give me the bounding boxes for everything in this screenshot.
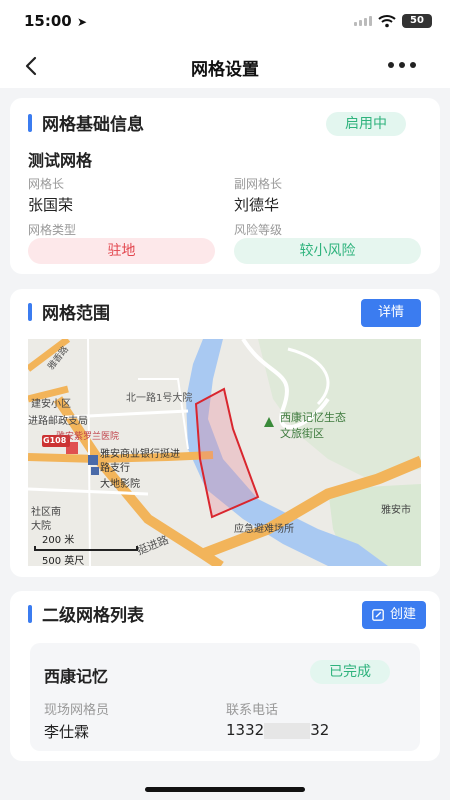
map-label-left4: 大院: [31, 521, 51, 532]
basic-info-card: 网格基础信息 启用中 测试网格 网格长 张国荣 副网格长 刘德华 网格类型 驻地…: [10, 98, 440, 274]
staff-value: 李仕霖: [44, 723, 90, 741]
sub-grid-name: 西康记忆: [44, 667, 109, 686]
deputy-value: 刘德华: [234, 196, 280, 214]
sub-grid-title: 二级网格列表: [42, 606, 144, 626]
section-accent-bar: [28, 302, 32, 321]
map-label-road-north: 北一路1号大院: [126, 393, 193, 404]
type-pill: 驻地: [28, 238, 215, 264]
section-accent-bar: [28, 604, 32, 623]
grid-name: 测试网格: [28, 151, 93, 170]
leader-label: 网格长: [28, 177, 65, 191]
nav-bar: 网格设置: [0, 44, 450, 88]
edit-icon: [372, 609, 384, 621]
map-scale-metric: 200 米: [42, 535, 75, 546]
page-title: 网格设置: [191, 60, 259, 80]
range-header: 网格范围: [28, 299, 110, 324]
create-button-label: 创建: [389, 607, 416, 622]
sub-grid-item[interactable]: 西康记忆 已完成 现场网格员 李仕霖 联系电话 1332 32: [30, 643, 420, 751]
home-indicator: [145, 787, 305, 792]
detail-button[interactable]: 详情: [361, 299, 421, 327]
section-accent-bar: [28, 113, 32, 132]
grid-range-map[interactable]: 北一路1号大院 西康记忆生态 文旅街区 雅安紫罗兰医院 雅安商业银行挺进 路支行…: [28, 339, 421, 566]
map-canvas: [28, 339, 421, 566]
map-label-left2: 进路邮政支局: [28, 416, 88, 427]
create-button[interactable]: 创建: [362, 601, 426, 629]
phone-label: 联系电话: [226, 703, 279, 718]
status-badge: 启用中: [326, 112, 406, 136]
status-time-text: 15:00: [24, 12, 72, 30]
status-bar: 15:00 ➤ 50: [0, 0, 450, 44]
staff-label: 现场网格员: [44, 703, 110, 718]
leader-value: 张国荣: [28, 196, 74, 214]
deputy-label: 副网格长: [234, 177, 283, 191]
sub-grid-header: 二级网格列表: [28, 601, 144, 626]
map-scale-bar: [34, 546, 138, 551]
risk-label: 风险等级: [234, 223, 283, 237]
phone-prefix: 1332: [226, 721, 265, 739]
status-indicators: 50: [354, 14, 432, 28]
location-arrow-icon: ➤: [76, 15, 88, 29]
range-title: 网格范围: [42, 304, 110, 324]
map-highway-badge: G108: [43, 436, 67, 445]
basic-info-title: 网格基础信息: [42, 115, 144, 135]
range-card: 网格范围 详情 北一路1号大院 西康记忆生态 文旅街区 雅安紫罗兰医院 雅安商业…: [10, 289, 440, 577]
map-scale-imperial: 500 英尺: [42, 556, 85, 566]
more-options-icon[interactable]: [388, 62, 416, 68]
map-label-shelter: 应急避难场所: [234, 524, 294, 535]
map-label-cinema: 大地影院: [100, 479, 140, 490]
map-label-park-line1: 西康记忆生态: [280, 411, 346, 424]
wifi-icon: [378, 15, 396, 28]
map-label-left3: 社区南: [31, 507, 61, 518]
cellular-signal-icon: [354, 16, 372, 26]
phone-suffix: 32: [310, 721, 330, 739]
sub-grid-card: 二级网格列表 创建 西康记忆 已完成 现场网格员 李仕霖 联系电话 1332 32: [10, 591, 440, 761]
map-label-yaan: 雅安市: [381, 505, 411, 516]
status-time: 15:00 ➤: [24, 12, 87, 30]
battery-icon: 50: [402, 14, 432, 28]
basic-info-header: 网格基础信息: [28, 110, 144, 135]
map-label-bank-line2: 路支行: [100, 463, 130, 474]
phone-masked: [264, 722, 311, 739]
map-label-left1: 建安小区: [31, 399, 71, 410]
phone-value: 1332 32: [226, 721, 329, 739]
risk-pill: 较小风险: [234, 238, 421, 264]
map-label-park-line2: 文旅街区: [280, 427, 324, 440]
sub-grid-status-badge: 已完成: [310, 660, 390, 684]
type-label: 网格类型: [28, 223, 77, 237]
map-label-bank-line1: 雅安商业银行挺进: [100, 449, 180, 460]
